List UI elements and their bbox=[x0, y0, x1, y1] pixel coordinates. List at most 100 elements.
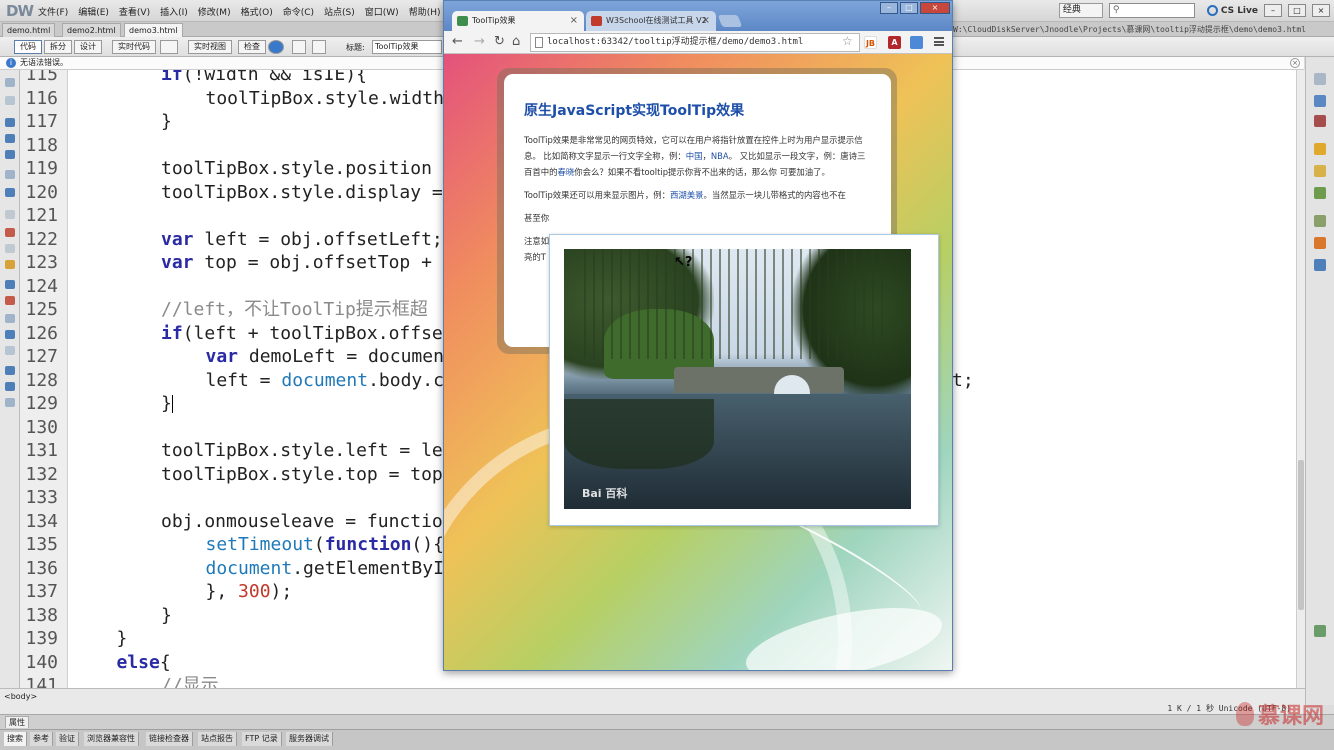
live-code-button[interactable]: 实时代码 bbox=[112, 40, 156, 54]
code-line[interactable]: } bbox=[161, 110, 172, 133]
browser-minimize-button[interactable]: – bbox=[880, 2, 898, 14]
collapse-selection-icon[interactable] bbox=[5, 134, 15, 143]
collapse-tag-icon[interactable] bbox=[5, 118, 15, 127]
code-line[interactable]: } bbox=[117, 627, 128, 650]
recent-snippets-icon[interactable] bbox=[5, 330, 15, 339]
browser-tab-tooltip[interactable]: ToolTip效果 × bbox=[452, 11, 584, 31]
menu-modify[interactable]: 修改(M) bbox=[198, 5, 231, 18]
close-button[interactable]: × bbox=[1312, 4, 1330, 17]
remove-comment-icon[interactable] bbox=[5, 296, 15, 305]
code-line[interactable]: toolTipBox.style.top = top bbox=[161, 463, 443, 486]
line-numbers-icon[interactable] bbox=[5, 210, 15, 219]
title-input[interactable]: ToolTip效果 bbox=[372, 40, 442, 54]
syntax-error-alerts-icon[interactable] bbox=[5, 260, 15, 269]
link-nba[interactable]: NBA bbox=[711, 151, 729, 161]
tab-search[interactable]: 搜索 bbox=[4, 732, 27, 746]
select-parent-tag-icon[interactable] bbox=[5, 170, 15, 179]
doc-tab-demo[interactable]: demo.html bbox=[2, 23, 56, 37]
wrap-tag-icon[interactable] bbox=[5, 314, 15, 323]
workspace-select[interactable]: 经典 bbox=[1058, 3, 1103, 18]
expand-all-icon[interactable] bbox=[5, 150, 15, 159]
code-line[interactable]: else{ bbox=[117, 651, 171, 674]
menu-insert[interactable]: 插入(I) bbox=[160, 5, 188, 18]
code-line[interactable]: var top = obj.offsetTop + bbox=[161, 251, 432, 274]
css-styles-icon[interactable] bbox=[1314, 95, 1326, 107]
code-line[interactable]: toolTipBox.style.display = bbox=[161, 181, 443, 204]
maximize-button[interactable]: □ bbox=[1288, 4, 1306, 17]
balance-braces-icon[interactable] bbox=[5, 188, 15, 197]
menu-edit[interactable]: 编辑(E) bbox=[78, 5, 109, 18]
code-line[interactable]: }, 300); bbox=[206, 580, 293, 603]
code-line[interactable]: if(left + toolTipBox.offse bbox=[161, 322, 443, 345]
code-line[interactable]: //left，不让ToolTip提示框超 bbox=[161, 298, 428, 321]
code-line[interactable]: document.getElementByI bbox=[206, 557, 444, 580]
code-line[interactable]: } bbox=[161, 392, 173, 415]
browser-close-button[interactable]: × bbox=[920, 2, 950, 14]
code-line[interactable]: obj.onmouseleave = functio bbox=[161, 510, 443, 533]
refresh-design-icon[interactable] bbox=[160, 40, 178, 54]
file-management-icon[interactable] bbox=[292, 40, 306, 54]
open-documents-icon[interactable] bbox=[5, 78, 15, 87]
close-info-icon[interactable]: × bbox=[1290, 58, 1300, 68]
reload-icon[interactable]: ↻ bbox=[494, 34, 505, 49]
menu-format[interactable]: 格式(O) bbox=[241, 5, 273, 18]
cs-live-button[interactable]: CS Live bbox=[1206, 5, 1258, 16]
apply-comment-icon[interactable] bbox=[5, 280, 15, 289]
show-code-navigator-icon[interactable] bbox=[5, 96, 15, 105]
menu-site[interactable]: 站点(S) bbox=[324, 5, 355, 18]
files-icon[interactable] bbox=[1314, 187, 1326, 199]
panel-options-icon[interactable] bbox=[1314, 625, 1326, 637]
link-chunxiao[interactable]: 春晓 bbox=[558, 167, 575, 177]
bookmark-star-icon[interactable]: ☆ bbox=[842, 34, 853, 48]
code-line[interactable]: toolTipBox.style.width bbox=[206, 87, 444, 110]
close-tab-icon[interactable]: × bbox=[702, 11, 710, 30]
scrollbar-thumb[interactable] bbox=[1298, 460, 1304, 610]
move-css-icon[interactable] bbox=[5, 346, 15, 355]
tab-ftp-log[interactable]: FTP 记录 bbox=[242, 732, 282, 746]
tag-selector[interactable]: <body> bbox=[4, 692, 37, 701]
menu-window[interactable]: 窗口(W) bbox=[365, 5, 399, 18]
design-view-button[interactable]: 设计 bbox=[74, 40, 102, 54]
format-source-icon[interactable] bbox=[5, 398, 15, 407]
tab-site-reports[interactable]: 站点报告 bbox=[198, 732, 237, 746]
address-bar[interactable]: localhost:63342/tooltip浮动提示框/demo/demo3.… bbox=[530, 33, 860, 52]
behaviors-icon[interactable] bbox=[1314, 165, 1326, 177]
browser-maximize-button[interactable]: □ bbox=[900, 2, 918, 14]
indent-code-icon[interactable] bbox=[5, 366, 15, 375]
help-search-input[interactable]: ⚲ bbox=[1108, 3, 1195, 18]
doc-tab-demo2[interactable]: demo2.html bbox=[62, 23, 121, 37]
menu-help[interactable]: 帮助(H) bbox=[409, 5, 441, 18]
menu-commands[interactable]: 命令(C) bbox=[283, 5, 314, 18]
code-line[interactable]: if(!width && isIE){ bbox=[161, 70, 367, 86]
code-view-button[interactable]: 代码 bbox=[14, 40, 42, 54]
split-view-button[interactable]: 拆分 bbox=[44, 40, 72, 54]
jetbrains-extension-icon[interactable]: JB bbox=[864, 36, 877, 49]
code-vertical-scrollbar[interactable] bbox=[1296, 70, 1305, 688]
browser-tab-w3school[interactable]: W3School在线测试工具 V2 × bbox=[586, 11, 716, 31]
outdent-code-icon[interactable] bbox=[5, 382, 15, 391]
new-tab-button[interactable] bbox=[717, 15, 743, 27]
assets-icon[interactable] bbox=[1314, 215, 1326, 227]
menu-view[interactable]: 查看(V) bbox=[119, 5, 150, 18]
code-line[interactable]: } bbox=[161, 604, 172, 627]
tab-server-debug[interactable]: 服务器调试 bbox=[286, 732, 333, 746]
close-tab-icon[interactable]: × bbox=[570, 11, 578, 30]
menu-hamburger-icon[interactable] bbox=[934, 37, 944, 46]
code-line[interactable]: toolTipBox.style.left = le bbox=[161, 439, 443, 462]
code-line[interactable]: left = document.body.c bbox=[206, 369, 444, 392]
forward-arrow-icon[interactable]: → bbox=[474, 34, 485, 49]
menu-file[interactable]: 文件(F) bbox=[38, 5, 68, 18]
code-line[interactable]: var demoLeft = documen bbox=[206, 345, 444, 368]
tab-reference[interactable]: 参考 bbox=[30, 732, 53, 746]
ap-elements-icon[interactable] bbox=[1314, 115, 1326, 127]
adblock-extension-icon[interactable]: A bbox=[888, 36, 901, 49]
minimize-button[interactable]: – bbox=[1264, 4, 1282, 17]
tab-validation[interactable]: 验证 bbox=[56, 732, 79, 746]
code-line[interactable]: var left = obj.offsetLeft; bbox=[161, 228, 443, 251]
highlight-invalid-code-icon[interactable] bbox=[5, 228, 15, 237]
inspect-button[interactable]: 检查 bbox=[238, 40, 266, 54]
code-line[interactable]: setTimeout(function(){ bbox=[206, 533, 444, 556]
business-catalyst-icon[interactable] bbox=[1314, 143, 1326, 155]
properties-tab[interactable]: 属性 bbox=[5, 716, 29, 728]
code-line[interactable]: toolTipBox.style.position bbox=[161, 157, 432, 180]
